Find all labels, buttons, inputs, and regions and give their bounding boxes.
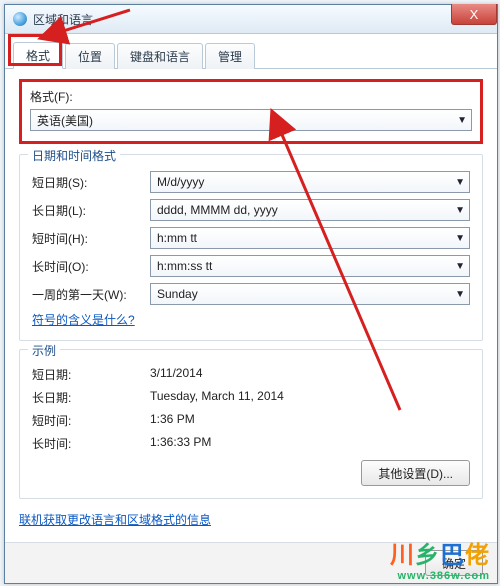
long-time-value: h:mm:ss tt xyxy=(157,259,212,273)
example-short-time: 短时间: 1:36 PM xyxy=(32,412,470,429)
format-select[interactable]: 英语(美国) ▼ xyxy=(30,109,472,131)
region-language-dialog: 区域和语言 X 格式 位置 键盘和语言 管理 格式(F): 英语(美国) ▼ 日… xyxy=(4,4,498,584)
tab-location[interactable]: 位置 xyxy=(65,43,115,69)
other-settings-button[interactable]: 其他设置(D)... xyxy=(361,460,470,486)
chevron-down-icon: ▼ xyxy=(455,261,465,272)
chevron-down-icon: ▼ xyxy=(455,289,465,300)
tabs: 格式 位置 键盘和语言 管理 xyxy=(5,34,497,69)
long-time-label: 长时间(O): xyxy=(32,258,150,275)
format-label: 格式(F): xyxy=(30,88,472,105)
short-date-select[interactable]: M/d/yyyy ▼ xyxy=(150,171,470,193)
row-first-day: 一周的第一天(W): Sunday ▼ xyxy=(32,283,470,305)
first-day-label: 一周的第一天(W): xyxy=(32,286,150,303)
chevron-down-icon: ▼ xyxy=(455,205,465,216)
row-long-date: 长日期(L): dddd, MMMM dd, yyyy ▼ xyxy=(32,199,470,221)
titlebar: 区域和语言 X xyxy=(5,5,497,34)
datetime-legend: 日期和时间格式 xyxy=(28,147,120,164)
row-short-time: 短时间(H): h:mm tt ▼ xyxy=(32,227,470,249)
short-date-value: M/d/yyyy xyxy=(157,175,204,189)
example-short-date: 短日期: 3/11/2014 xyxy=(32,366,470,383)
notation-link[interactable]: 符号的含义是什么? xyxy=(32,313,135,327)
close-icon: X xyxy=(470,7,479,22)
row-short-date: 短日期(S): M/d/yyyy ▼ xyxy=(32,171,470,193)
row-long-time: 长时间(O): h:mm:ss tt ▼ xyxy=(32,255,470,277)
close-button[interactable]: X xyxy=(451,4,497,25)
short-date-label: 短日期(S): xyxy=(32,174,150,191)
globe-icon xyxy=(13,12,27,26)
window-title: 区域和语言 xyxy=(33,11,93,28)
short-time-select[interactable]: h:mm tt ▼ xyxy=(150,227,470,249)
example-long-time: 长时间: 1:36:33 PM xyxy=(32,435,470,452)
online-info-link[interactable]: 联机获取更改语言和区域格式的信息 xyxy=(19,513,211,527)
ex-short-date-value: 3/11/2014 xyxy=(150,366,203,383)
ex-long-time-label: 长时间: xyxy=(32,435,150,452)
ex-long-date-value: Tuesday, March 11, 2014 xyxy=(150,389,284,406)
long-date-value: dddd, MMMM dd, yyyy xyxy=(157,203,278,217)
ex-long-time-value: 1:36:33 PM xyxy=(150,435,211,452)
chevron-down-icon: ▼ xyxy=(455,177,465,188)
ex-long-date-label: 长日期: xyxy=(32,389,150,406)
ex-short-time-label: 短时间: xyxy=(32,412,150,429)
chevron-down-icon: ▼ xyxy=(457,115,467,126)
examples-legend: 示例 xyxy=(28,342,60,359)
long-date-select[interactable]: dddd, MMMM dd, yyyy ▼ xyxy=(150,199,470,221)
long-date-label: 长日期(L): xyxy=(32,202,150,219)
format-highlight: 格式(F): 英语(美国) ▼ xyxy=(19,79,483,144)
first-day-value: Sunday xyxy=(157,287,198,301)
ex-short-time-value: 1:36 PM xyxy=(150,412,195,429)
chevron-down-icon: ▼ xyxy=(455,233,465,244)
ex-short-date-label: 短日期: xyxy=(32,366,150,383)
tab-keyboards[interactable]: 键盘和语言 xyxy=(117,43,203,69)
ok-button[interactable]: 确定 xyxy=(425,550,483,576)
dialog-footer: 确定 xyxy=(5,542,497,583)
datetime-group: 日期和时间格式 短日期(S): M/d/yyyy ▼ 长日期(L): dddd,… xyxy=(19,154,483,341)
format-value: 英语(美国) xyxy=(37,112,93,129)
tab-content: 格式(F): 英语(美国) ▼ 日期和时间格式 短日期(S): M/d/yyyy… xyxy=(5,69,497,538)
tab-admin[interactable]: 管理 xyxy=(205,43,255,69)
first-day-select[interactable]: Sunday ▼ xyxy=(150,283,470,305)
example-long-date: 长日期: Tuesday, March 11, 2014 xyxy=(32,389,470,406)
examples-group: 示例 短日期: 3/11/2014 长日期: Tuesday, March 11… xyxy=(19,349,483,499)
long-time-select[interactable]: h:mm:ss tt ▼ xyxy=(150,255,470,277)
short-time-label: 短时间(H): xyxy=(32,230,150,247)
short-time-value: h:mm tt xyxy=(157,231,197,245)
tab-format[interactable]: 格式 xyxy=(13,42,63,69)
